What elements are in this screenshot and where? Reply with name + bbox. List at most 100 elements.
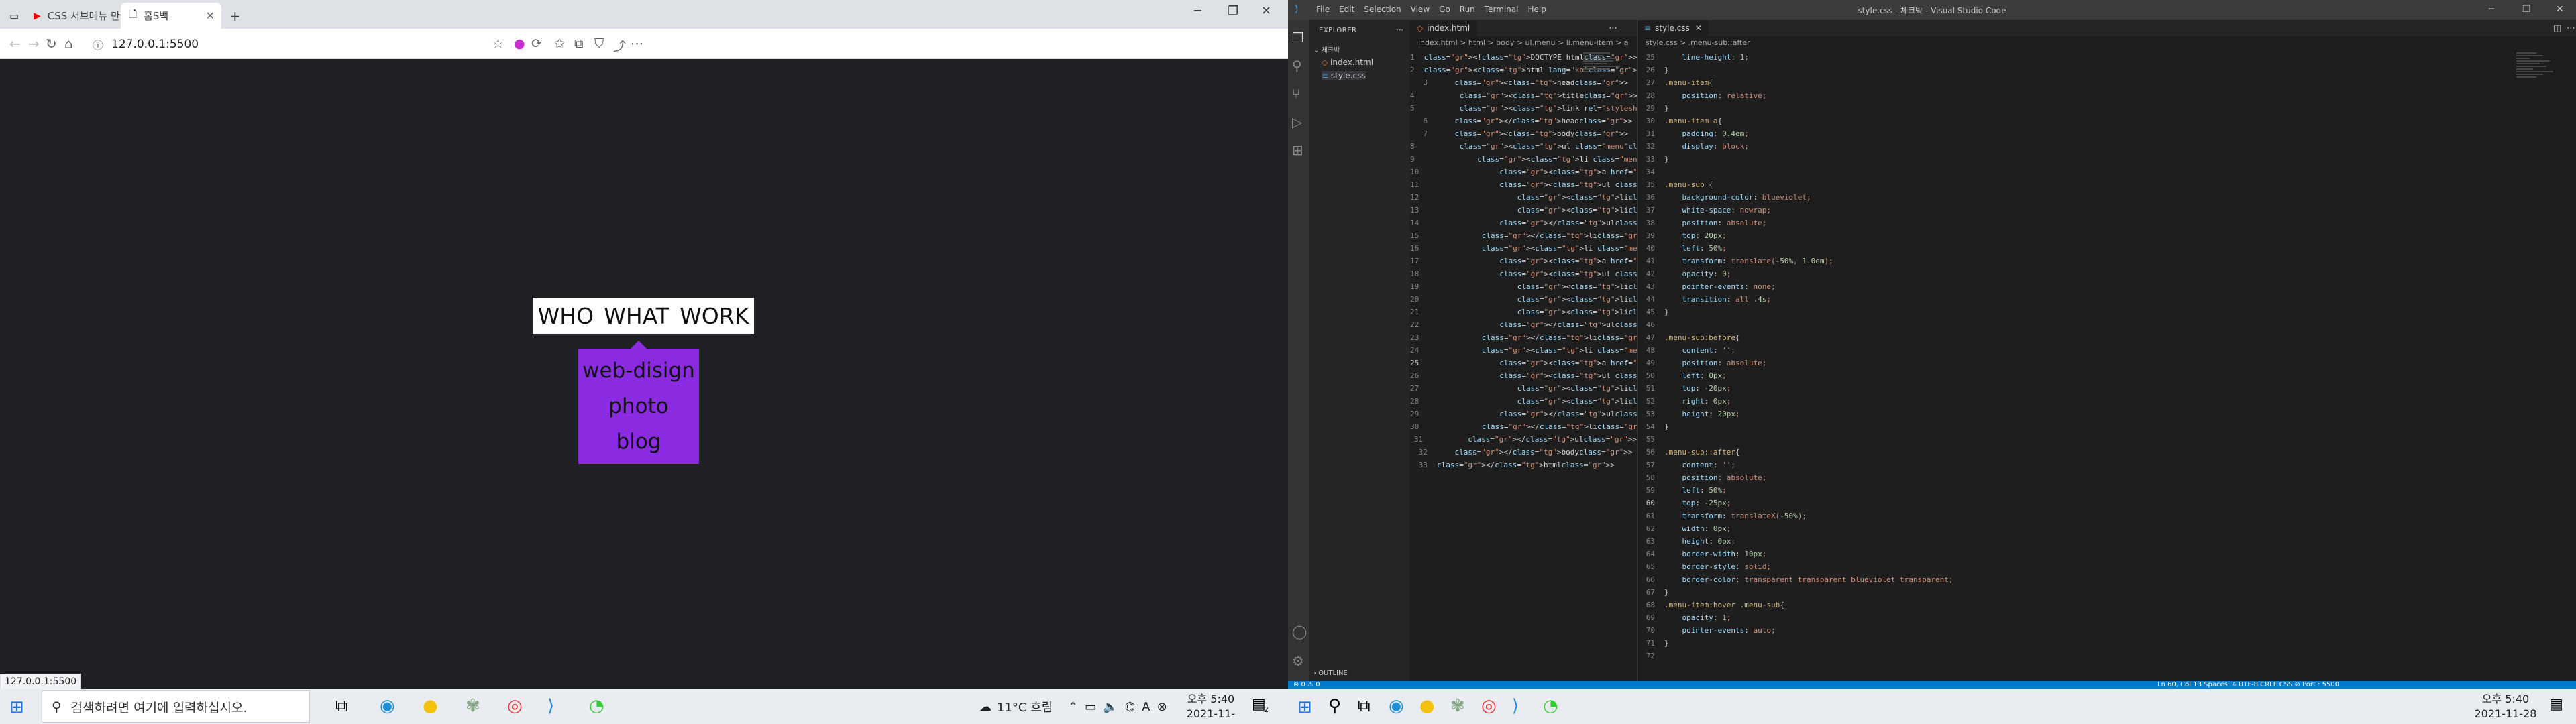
- extension-icon[interactable]: ●: [514, 36, 525, 51]
- network-icon[interactable]: ⌬: [1125, 700, 1136, 714]
- code-line[interactable]: 18 class="gr"><class="tg">ul class="menu…: [1410, 267, 1739, 280]
- search-icon[interactable]: ⚲: [1328, 696, 1341, 716]
- task-view-icon[interactable]: ⧉: [1358, 696, 1371, 717]
- code-line[interactable]: 67}: [1638, 586, 2576, 599]
- code-line[interactable]: 28 position: relative;: [1638, 89, 2576, 102]
- code-line[interactable]: 40 left: 50%;: [1638, 242, 2576, 255]
- code-line[interactable]: 71}: [1638, 637, 2576, 650]
- code-line[interactable]: 37 white-space: nowrap;: [1638, 204, 2576, 217]
- code-line[interactable]: 27 .menu-item{: [1638, 76, 2576, 89]
- html-editor[interactable]: ◇ index.html ⋯ index.html > html > body …: [1410, 20, 2255, 681]
- code-line[interactable]: 65 border-style: solid;: [1638, 560, 2576, 573]
- code-line[interactable]: 20 class="gr"><class="tg">liclass="gr">>…: [1410, 293, 2233, 306]
- favorites-icon[interactable]: ✩: [554, 36, 565, 51]
- code-line[interactable]: 27 class="gr"><class="tg">liclass="gr">>…: [1410, 382, 2255, 395]
- code-line[interactable]: 44 transition: all .4s;: [1638, 293, 2576, 306]
- info-icon[interactable]: ⓘ: [93, 36, 103, 52]
- app-red-icon[interactable]: ◎: [507, 696, 523, 716]
- code-line[interactable]: 32 class="gr"></class="tg">bodyclass="gr…: [1410, 446, 1637, 459]
- tab-active[interactable]: 🗋 홈S백 ✕: [121, 3, 221, 29]
- code-line[interactable]: 25 class="gr"><class="tg">a href=""class…: [1410, 357, 1877, 369]
- submenu-item[interactable]: blog: [616, 430, 661, 454]
- css-editor[interactable]: ≡ style.css ✕ ◫ ⋯ style.css > .menu-sub:…: [1637, 20, 2576, 681]
- code-line[interactable]: 22 class="gr"></class="tg">ulclass="gr">…: [1410, 318, 1668, 331]
- files-icon[interactable]: ❐: [1292, 29, 1304, 46]
- code-line[interactable]: 28 class="gr"><class="tg">liclass="gr">>…: [1410, 395, 2229, 408]
- app-red-icon[interactable]: ◎: [1481, 696, 1497, 716]
- taskbar-clock[interactable]: 오후 5:40 2021-11-28: [1181, 692, 1241, 724]
- code-line[interactable]: 30 class="gr"></class="tg">liclass="gr">…: [1410, 420, 1650, 433]
- close-window-icon[interactable]: ✕: [1261, 4, 1271, 18]
- windows-start-icon[interactable]: ⊞: [9, 697, 24, 717]
- search-icon[interactable]: ⚲: [1292, 58, 1302, 74]
- gear-icon[interactable]: ⚙: [1292, 653, 1304, 669]
- favorite-add-icon[interactable]: ☆: [492, 36, 504, 51]
- app-green-icon[interactable]: ◔: [1543, 696, 1558, 716]
- code-line[interactable]: 64 border-width: 10px;: [1638, 548, 2576, 560]
- project-folder[interactable]: ⌄ 체크박: [1313, 44, 1340, 54]
- notification-icon[interactable]: ▤: [2549, 696, 2563, 713]
- vscode-icon[interactable]: ⟩: [1512, 696, 1519, 716]
- tab-style-css[interactable]: ≡ style.css ✕: [1638, 20, 1709, 36]
- code-line[interactable]: 62 width: 0px;: [1638, 522, 2576, 535]
- split-editor-icon[interactable]: ◫: [2553, 23, 2561, 34]
- menu-item-work[interactable]: WORK: [680, 303, 749, 329]
- code-line[interactable]: 10 class="gr"><class="tg">a href=""class…: [1410, 166, 1873, 178]
- code-line[interactable]: 42 opacity: 0;: [1638, 267, 2576, 280]
- code-line[interactable]: 25 line-height: 1;: [1638, 51, 2576, 64]
- new-tab-button[interactable]: +: [221, 3, 249, 29]
- submenu-item[interactable]: photo: [608, 394, 668, 418]
- menu-item-who[interactable]: WHO: [538, 303, 594, 329]
- minimize-icon[interactable]: ─: [1194, 4, 1201, 18]
- close-window-icon[interactable]: ✕: [2556, 4, 2564, 15]
- shield-icon[interactable]: ⛉: [594, 36, 604, 51]
- code-line[interactable]: 46: [1638, 318, 2576, 331]
- breadcrumb[interactable]: style.css > .menu-sub::after: [1646, 38, 1750, 47]
- code-line[interactable]: 38 position: absolute;: [1638, 217, 2576, 229]
- code-line[interactable]: 15 class="gr"></class="tg">liclass="gr">…: [1410, 229, 1650, 242]
- vscode-icon[interactable]: ⟩: [547, 696, 554, 716]
- ime-icon[interactable]: A: [1142, 700, 1150, 714]
- taskbar-search[interactable]: ⚲ 검색하려면 여기에 입력하십시오.: [42, 690, 310, 723]
- code-line[interactable]: 16 class="gr"><class="tg">li class="menu…: [1410, 242, 1726, 255]
- app-green-icon[interactable]: ◔: [589, 696, 604, 716]
- code-line[interactable]: 29 class="gr"></class="tg">ulclass="gr">…: [1410, 408, 1668, 420]
- code-line[interactable]: 26}: [1638, 64, 2576, 76]
- edge-icon[interactable]: ◉: [1389, 696, 1404, 716]
- more-icon[interactable]: ⋯: [1609, 23, 1617, 34]
- css-code[interactable]: 25 line-height: 1; 26} 27 .menu-item{28 pos…: [1638, 51, 2576, 662]
- code-line[interactable]: 9 class="gr"><class="tg">li class="menu-…: [1410, 153, 1721, 166]
- code-line[interactable]: 34: [1638, 166, 2576, 178]
- code-line[interactable]: 11 class="gr"><class="tg">ul class="menu…: [1410, 178, 1739, 191]
- code-line[interactable]: 33}: [1638, 153, 2576, 166]
- code-line[interactable]: 23 class="gr"></class="tg">liclass="gr">…: [1410, 331, 1650, 344]
- tab-index-html[interactable]: ◇ index.html: [1410, 20, 1477, 36]
- kakao-icon[interactable]: ●: [423, 696, 438, 716]
- code-line[interactable]: 63 height: 0px;: [1638, 535, 2576, 548]
- code-line[interactable]: 57 content: '';: [1638, 459, 2576, 471]
- task-view-icon[interactable]: ⧉: [335, 696, 348, 717]
- back-icon[interactable]: ←: [9, 36, 21, 52]
- close-tab-icon[interactable]: ✕: [1695, 23, 1702, 33]
- code-line[interactable]: 12 class="gr"><class="tg">liclass="gr">>…: [1410, 191, 2224, 204]
- extensions-icon[interactable]: ⊞: [1292, 142, 1303, 158]
- code-line[interactable]: 59 left: 50%;: [1638, 484, 2576, 497]
- refresh-ext-icon[interactable]: ⟳: [531, 36, 542, 51]
- source-control-icon[interactable]: ⑂: [1292, 86, 1300, 102]
- app-icon[interactable]: ✾: [1450, 696, 1465, 716]
- maximize-icon[interactable]: ❐: [2522, 4, 2531, 15]
- reload-icon[interactable]: ↻: [46, 36, 57, 52]
- code-line[interactable]: 49 position: absolute;: [1638, 357, 2576, 369]
- code-line[interactable]: 32 display: block;: [1638, 140, 2576, 153]
- code-line[interactable]: 56 .menu-sub::after{: [1638, 446, 2576, 459]
- taskbar-clock[interactable]: 오후 5:40 2021-11-28: [2469, 692, 2542, 721]
- code-line[interactable]: 72: [1638, 650, 2576, 662]
- minimap[interactable]: [1583, 51, 1630, 131]
- code-line[interactable]: 31 class="gr"></class="tg">ulclass="gr">…: [1410, 433, 1637, 446]
- code-line[interactable]: 61 transform: translateX(-50%);: [1638, 509, 2576, 522]
- more-icon[interactable]: ⋯: [1396, 25, 1403, 34]
- code-line[interactable]: 14 class="gr"></class="tg">ulclass="gr">…: [1410, 217, 1668, 229]
- tab-actions-button[interactable]: ▭: [1, 3, 25, 29]
- code-line[interactable]: 60 top: -25px;: [1638, 497, 2576, 509]
- weather-widget[interactable]: ☁ 11°C 흐림: [979, 689, 1053, 724]
